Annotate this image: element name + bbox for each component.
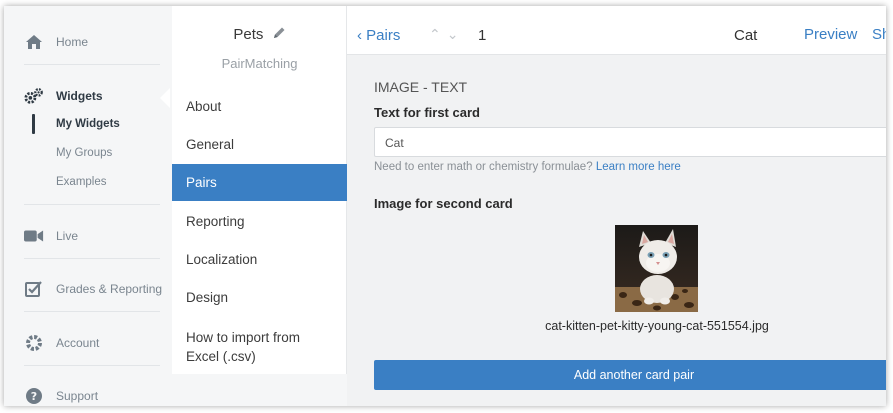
nav-label-home: Home	[56, 35, 89, 49]
nav-sub-my-groups[interactable]: My Groups	[56, 147, 112, 159]
learn-more-link[interactable]: Learn more here	[596, 161, 681, 173]
nav-divider	[24, 311, 160, 312]
chevron-up-icon[interactable]: ⌃	[429, 26, 447, 42]
nav-label-grades: Grades & Reporting	[56, 282, 163, 296]
pair-nav-arrows: ⌃⌄	[429, 26, 464, 43]
nav-label-account: Account	[56, 336, 100, 350]
kitten-image[interactable]	[615, 225, 698, 312]
gears-icon	[24, 87, 44, 105]
chevron-left-icon: ‹	[357, 27, 362, 44]
nav-item-account[interactable]: Account	[4, 333, 164, 353]
menu-localization[interactable]: Localization	[172, 252, 347, 267]
menu-general[interactable]: General	[172, 137, 347, 152]
back-label: Pairs	[366, 27, 401, 44]
widget-type: PairMatching	[221, 56, 298, 71]
first-card-label: Text for first card	[374, 105, 480, 120]
nav-label-widgets: Widgets	[56, 89, 103, 103]
menu-reporting[interactable]: Reporting	[172, 214, 347, 229]
hint-text: Need to enter math or chemistry formulae…	[374, 161, 593, 173]
nav-sub-examples[interactable]: Examples	[56, 176, 107, 188]
nav-divider	[24, 365, 160, 366]
nav-divider	[24, 64, 160, 65]
home-icon	[24, 33, 44, 51]
help-icon: ?	[24, 387, 44, 405]
menu-design[interactable]: Design	[172, 290, 347, 305]
pencil-icon[interactable]	[272, 26, 286, 44]
share-link[interactable]: Sh	[872, 26, 886, 43]
menu-import-line2: Excel (.csv)	[186, 349, 256, 364]
nav-sub-my-widgets[interactable]: My Widgets	[56, 118, 120, 130]
svg-text:?: ?	[31, 390, 37, 403]
left-nav: Home Widgets My Widgets My Groups Exampl…	[4, 6, 172, 406]
formula-hint: Need to enter math or chemistry formulae…	[374, 161, 681, 173]
nav-label-support: Support	[56, 389, 99, 403]
nav-divider	[24, 204, 160, 205]
second-card-label: Image for second card	[374, 196, 513, 211]
nav-item-home[interactable]: Home	[4, 32, 164, 52]
preview-link[interactable]: Preview	[804, 26, 857, 43]
menu-about[interactable]: About	[172, 99, 347, 114]
back-to-pairs-link[interactable]: ‹ Pairs	[357, 27, 400, 44]
menu-pairs[interactable]: Pairs	[172, 164, 347, 201]
nav-label-live: Live	[56, 229, 79, 243]
app-window: Home Widgets My Widgets My Groups Exampl…	[4, 6, 886, 406]
nav-divider	[24, 258, 160, 259]
active-indicator	[32, 114, 35, 134]
section-title: IMAGE - TEXT	[374, 79, 468, 95]
menu-import-line1: How to import from	[186, 330, 301, 345]
add-card-pair-button[interactable]: Add another card pair	[374, 360, 886, 390]
nav-caret	[160, 88, 170, 108]
widget-title-text: Pets	[233, 26, 264, 43]
widget-panel: Pets PairMatching About General Pairs Re…	[172, 6, 347, 406]
image-filename: cat-kitten-pet-kitty-young-cat-551554.jp…	[545, 319, 769, 333]
main-content: ‹ Pairs ⌃⌄ 1 Cat Preview Sh IMAGE - TEXT…	[347, 6, 886, 406]
nav-item-grades[interactable]: Grades & Reporting	[4, 279, 164, 299]
pair-name: Cat	[734, 27, 758, 44]
nav-item-widgets[interactable]: Widgets	[4, 86, 164, 106]
first-card-text-field[interactable]: Cat	[374, 127, 886, 157]
checkbox-icon	[24, 280, 44, 298]
pair-number: 1	[478, 27, 487, 44]
panel-footer	[172, 374, 347, 406]
pair-toolbar: ‹ Pairs ⌃⌄ 1 Cat Preview Sh	[347, 6, 886, 55]
video-camera-icon	[24, 227, 44, 245]
menu-import-csv[interactable]: How to import from Excel (.csv)	[172, 328, 347, 366]
chevron-down-icon[interactable]: ⌄	[447, 26, 465, 42]
nav-item-live[interactable]: Live	[4, 226, 164, 246]
widget-title[interactable]: Pets	[172, 26, 347, 44]
gear-icon	[24, 334, 44, 352]
nav-item-support[interactable]: ? Support	[4, 386, 164, 406]
